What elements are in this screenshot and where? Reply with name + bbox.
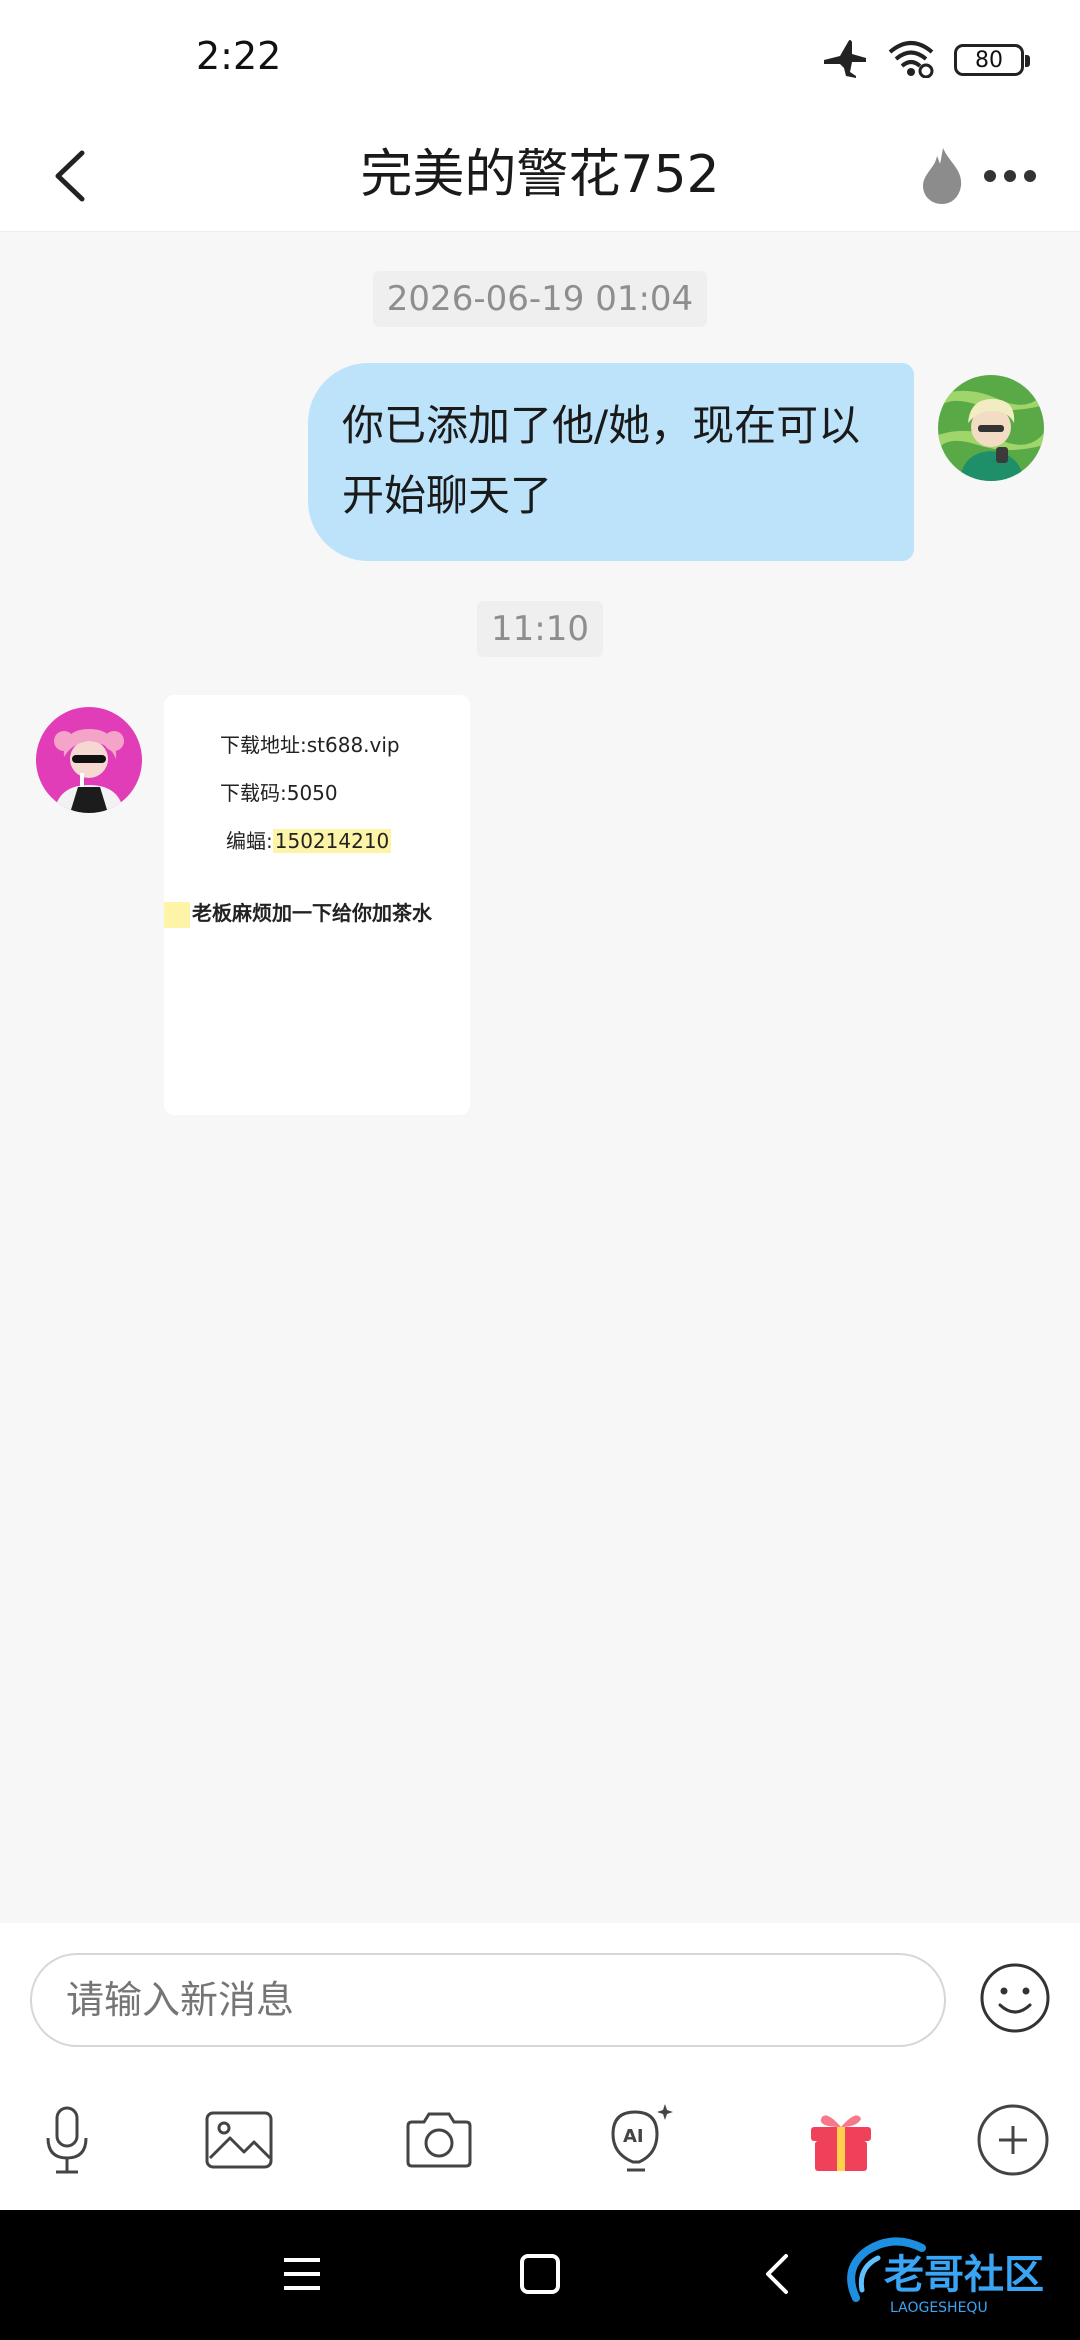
flame-button[interactable]: [910, 134, 974, 218]
ai-button[interactable]: AI: [594, 2095, 684, 2185]
image-button[interactable]: [194, 2095, 284, 2185]
system-navigation-bar: 老哥社区 LAOGESHEQU: [0, 2210, 1080, 2340]
composer-toolbar: AI: [0, 2095, 1080, 2195]
chat-area[interactable]: 2026-06-19 01:04 你已添加了他/她，现在可以开始聊天了 11:1…: [0, 233, 1080, 1923]
message-input[interactable]: [30, 1953, 946, 2047]
flame-icon: [923, 148, 962, 204]
menu-button[interactable]: [262, 2238, 342, 2310]
system-back-button[interactable]: [736, 2238, 816, 2310]
more-dots-icon: [984, 170, 1036, 182]
menu-icon: [284, 2258, 320, 2290]
image-icon: [205, 2111, 273, 2169]
image-text-highlight: 150214210: [272, 829, 392, 853]
sent-message-bubble[interactable]: 你已添加了他/她，现在可以开始聊天了: [308, 363, 914, 561]
svg-text:AI: AI: [623, 2126, 644, 2147]
image-message[interactable]: 下载地址:st688.vip 下载码:5050 编蝠: 150214210 老板麻…: [164, 695, 470, 1115]
airplane-icon: [822, 38, 868, 82]
ai-bulb-icon: AI: [611, 2104, 673, 2172]
status-icons: 80: [822, 38, 1030, 82]
gift-icon: [811, 2115, 871, 2171]
watermark-logo: 老哥社区 LAOGESHEQU: [838, 2228, 1074, 2324]
back-icon: [766, 2254, 788, 2294]
wifi-icon: [886, 38, 936, 82]
camera-button[interactable]: [394, 2095, 484, 2185]
image-text-label: 编蝠:: [226, 829, 273, 853]
plus-button[interactable]: [968, 2095, 1058, 2185]
gift-button[interactable]: [796, 2095, 886, 2185]
status-bar: 2:22 80: [0, 0, 1080, 120]
my-avatar[interactable]: [938, 375, 1044, 481]
image-text-bold: 老板麻烦加一下给你加茶水: [192, 901, 432, 925]
microphone-button[interactable]: [22, 2095, 112, 2185]
home-icon: [520, 2254, 560, 2294]
image-text-line: 编蝠: 150214210: [226, 825, 392, 854]
more-button[interactable]: [978, 134, 1042, 218]
home-button[interactable]: [500, 2238, 580, 2310]
highlight-mark: [164, 901, 190, 928]
nav-bar: 完美的警花752: [0, 120, 1080, 232]
image-text-line: 下载码:5050: [220, 781, 338, 805]
image-text-line: 下载地址:st688.vip: [220, 733, 400, 757]
watermark-text: 老哥社区: [884, 2252, 1044, 2298]
plus-circle-icon: [977, 2104, 1049, 2176]
battery-icon: 80: [954, 44, 1030, 76]
status-time: 2:22: [196, 34, 282, 78]
timestamp: 11:10: [0, 601, 1080, 657]
microphone-icon: [46, 2106, 88, 2174]
camera-icon: [406, 2112, 472, 2168]
emoji-button[interactable]: [976, 1959, 1054, 2037]
composer: AI: [0, 1923, 1080, 2210]
timestamp: 2026-06-19 01:04: [0, 271, 1080, 327]
watermark-subtext: LAOGESHEQU: [890, 2300, 988, 2316]
contact-avatar[interactable]: [36, 707, 142, 813]
image-text-line: 老板麻烦加一下给你加茶水: [164, 897, 432, 928]
smiley-icon: [980, 1963, 1050, 2033]
